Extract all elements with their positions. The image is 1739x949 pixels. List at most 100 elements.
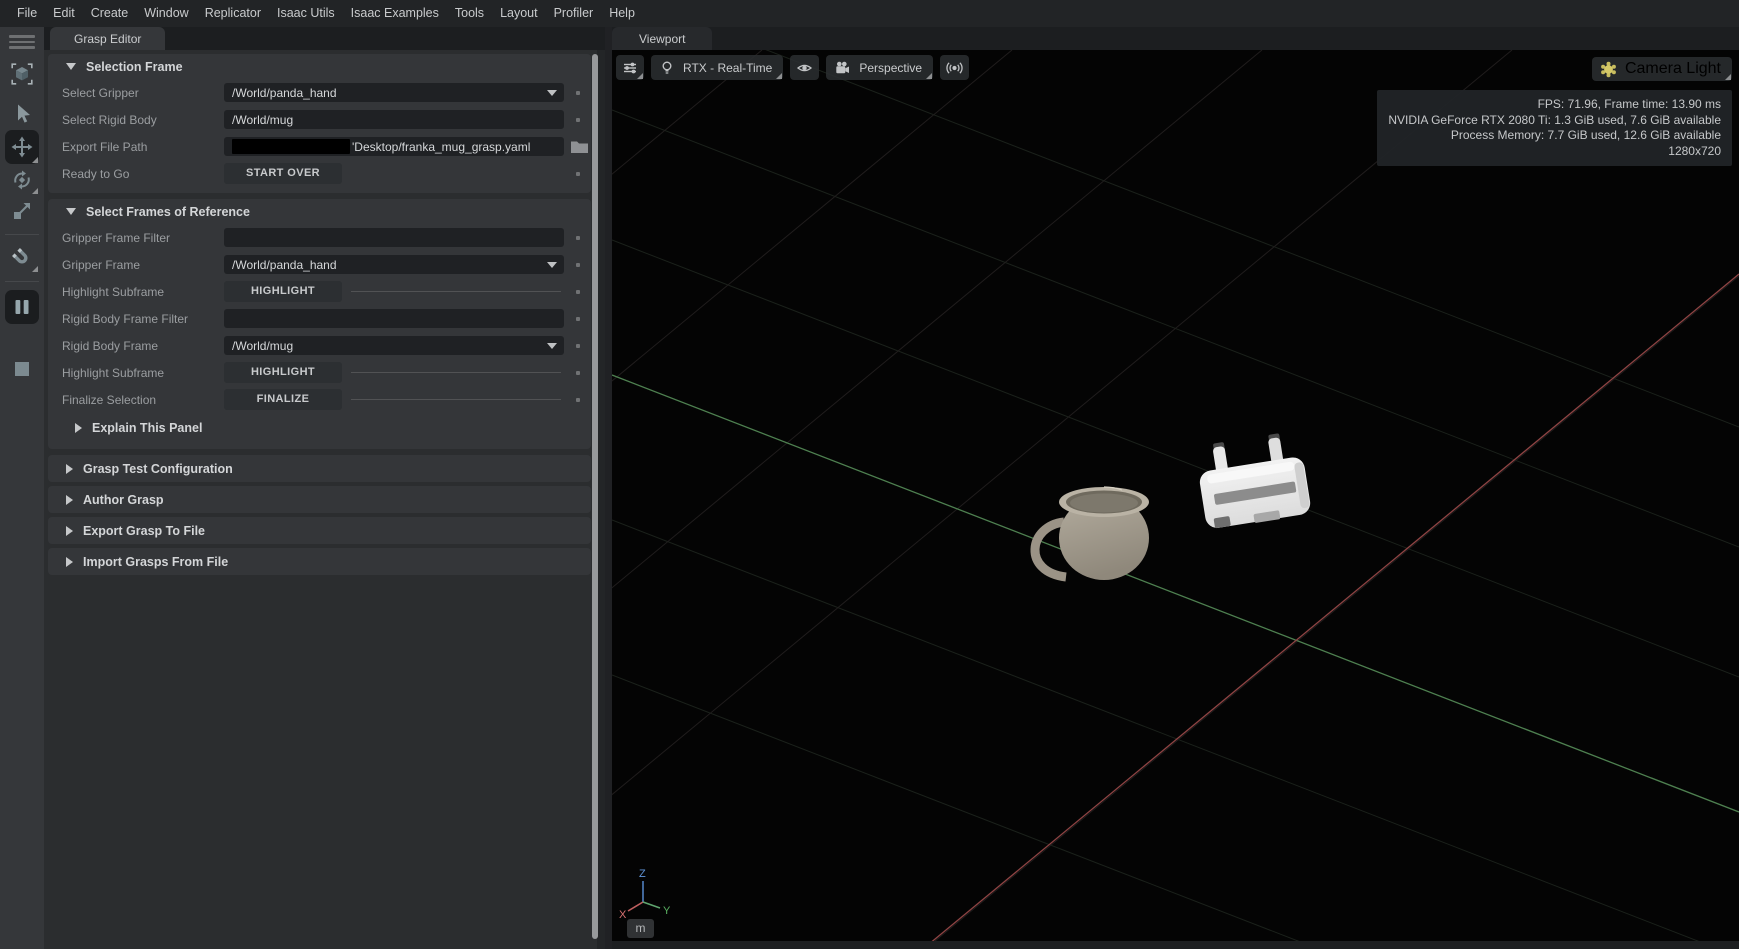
- snap-tool[interactable]: [5, 243, 39, 273]
- gripper-frame-dropdown[interactable]: /World/panda_hand: [224, 255, 564, 274]
- frame-cube-icon: [11, 63, 33, 85]
- scale-tool[interactable]: [5, 196, 39, 226]
- expand-triangle-icon: [66, 495, 73, 505]
- menu-isaac-examples[interactable]: Isaac Examples: [343, 0, 447, 27]
- stop-button[interactable]: [5, 354, 39, 384]
- rotate-tool[interactable]: [5, 165, 39, 195]
- select-tool[interactable]: [5, 99, 39, 129]
- collapse-triangle-icon: [66, 208, 76, 215]
- section-selection-frame: Selection Frame Select Gripper /World/pa…: [48, 54, 591, 193]
- row-highlight-subframe-gripper: Highlight Subframe HIGHLIGHT: [48, 278, 591, 305]
- eye-icon: [796, 60, 813, 76]
- performance-stats-overlay: FPS: 71.96, Frame time: 13.90 ms NVIDIA …: [1377, 90, 1732, 166]
- reset-default-indicator[interactable]: [576, 290, 580, 294]
- export-file-path-input[interactable]: 'Desktop/franka_mug_grasp.yaml: [224, 137, 564, 156]
- viewport-panel: Viewport: [612, 27, 1739, 949]
- row-rigid-body-frame: Rigid Body Frame /World/mug: [48, 332, 591, 359]
- row-rule: [351, 399, 561, 400]
- menu-window[interactable]: Window: [136, 0, 196, 27]
- ground-grid: [612, 50, 1739, 941]
- panda-gripper-object[interactable]: [1194, 430, 1312, 531]
- cursor-icon: [11, 103, 33, 125]
- reset-default-indicator[interactable]: [576, 371, 580, 375]
- isaac-sim-window: File Edit Create Window Replicator Isaac…: [0, 0, 1739, 949]
- scene: Z X Y: [612, 50, 1739, 941]
- expand-triangle-icon: [66, 557, 73, 567]
- section-grasp-test-configuration[interactable]: Grasp Test Configuration: [48, 455, 591, 482]
- grid-axis-green: [612, 375, 1739, 812]
- live-sync-button[interactable]: [940, 55, 969, 80]
- camera-selector-button[interactable]: Perspective: [826, 55, 933, 80]
- toolbar-menu-icon[interactable]: [9, 35, 35, 49]
- menu-tools[interactable]: Tools: [447, 0, 492, 27]
- axis-gizmo[interactable]: Z X Y: [619, 868, 671, 921]
- start-over-button[interactable]: START OVER: [224, 163, 342, 184]
- section-header-selection-frame[interactable]: Selection Frame: [48, 54, 591, 79]
- select-rigid-body-field[interactable]: /World/mug: [224, 110, 564, 129]
- viewport-settings-button[interactable]: [616, 55, 644, 80]
- sliders-icon: [622, 60, 638, 76]
- reset-default-indicator[interactable]: [576, 317, 580, 321]
- grid-axis-red: [923, 274, 1739, 941]
- pause-button[interactable]: [5, 290, 39, 324]
- stat-gpu-memory: NVIDIA GeForce RTX 2080 Ti: 1.3 GiB used…: [1388, 113, 1721, 129]
- reset-default-indicator[interactable]: [576, 236, 580, 240]
- finalize-button[interactable]: FINALIZE: [224, 389, 342, 410]
- ground-grid-cross: [612, 50, 1739, 941]
- lightbulb-icon: [659, 60, 675, 76]
- menu-edit[interactable]: Edit: [45, 0, 83, 27]
- menu-bar: File Edit Create Window Replicator Isaac…: [0, 0, 1739, 27]
- reset-default-indicator[interactable]: [576, 91, 580, 95]
- redacted-path-segment: [232, 139, 350, 154]
- magnet-icon: [11, 247, 33, 269]
- reset-default-indicator[interactable]: [576, 172, 580, 176]
- section-export-grasp-to-file[interactable]: Export Grasp To File: [48, 517, 591, 544]
- menu-isaac-utils[interactable]: Isaac Utils: [269, 0, 343, 27]
- reset-default-indicator[interactable]: [576, 263, 580, 267]
- select-gripper-dropdown[interactable]: /World/panda_hand: [224, 83, 564, 102]
- row-rule: [351, 291, 561, 292]
- frame-selection-tool[interactable]: [5, 59, 39, 89]
- reset-default-indicator[interactable]: [576, 118, 580, 122]
- reset-default-indicator[interactable]: [576, 344, 580, 348]
- expand-triangle-icon: [75, 423, 82, 433]
- menu-profiler[interactable]: Profiler: [546, 0, 602, 27]
- folder-icon[interactable]: [570, 139, 589, 154]
- row-highlight-subframe-rigid-body: Highlight Subframe HIGHLIGHT: [48, 359, 591, 386]
- renderer-selector-button[interactable]: RTX - Real-Time: [651, 55, 783, 80]
- row-finalize-selection: Finalize Selection FINALIZE: [48, 386, 591, 413]
- rigid-body-frame-filter-input[interactable]: [224, 309, 564, 328]
- chevron-down-icon: [547, 90, 557, 96]
- menu-create[interactable]: Create: [83, 0, 137, 27]
- scrollbar-track: [597, 50, 605, 949]
- axis-x-label: X: [619, 909, 627, 921]
- rigid-body-frame-dropdown[interactable]: /World/mug: [224, 336, 564, 355]
- menu-help[interactable]: Help: [601, 0, 643, 27]
- camera-light-button[interactable]: Camera Light: [1592, 57, 1732, 81]
- row-rigid-body-frame-filter: Rigid Body Frame Filter: [48, 305, 591, 332]
- move-tool[interactable]: [5, 130, 39, 164]
- stat-process-memory: Process Memory: 7.7 GiB used, 12.6 GiB a…: [1388, 128, 1721, 144]
- mug-object[interactable]: [1035, 487, 1149, 580]
- viewport-3d-canvas[interactable]: Z X Y: [612, 50, 1739, 941]
- explain-this-panel-header[interactable]: Explain This Panel: [48, 413, 591, 443]
- panel-tab-bar: Grasp Editor: [44, 27, 605, 50]
- pause-icon: [11, 296, 33, 318]
- highlight-button[interactable]: HIGHLIGHT: [224, 281, 342, 302]
- menu-replicator[interactable]: Replicator: [197, 0, 269, 27]
- section-import-grasps-from-file[interactable]: Import Grasps From File: [48, 548, 591, 575]
- visibility-button[interactable]: [790, 55, 819, 80]
- gripper-frame-filter-input[interactable]: [224, 228, 564, 247]
- viewport-toolbar: RTX - Real-Time Perspective: [616, 55, 969, 80]
- section-header-frames-of-reference[interactable]: Select Frames of Reference: [48, 199, 591, 224]
- reset-default-indicator[interactable]: [576, 398, 580, 402]
- tab-grasp-editor[interactable]: Grasp Editor: [50, 27, 165, 50]
- tab-viewport[interactable]: Viewport: [612, 27, 712, 50]
- menu-layout[interactable]: Layout: [492, 0, 546, 27]
- grasp-editor-panel: Grasp Editor Selection Frame Select Grip…: [44, 27, 605, 949]
- section-author-grasp[interactable]: Author Grasp: [48, 486, 591, 513]
- menu-file[interactable]: File: [9, 0, 45, 27]
- chevron-down-icon: [547, 343, 557, 349]
- panel-scrollbar[interactable]: [592, 54, 598, 939]
- highlight-button[interactable]: HIGHLIGHT: [224, 362, 342, 383]
